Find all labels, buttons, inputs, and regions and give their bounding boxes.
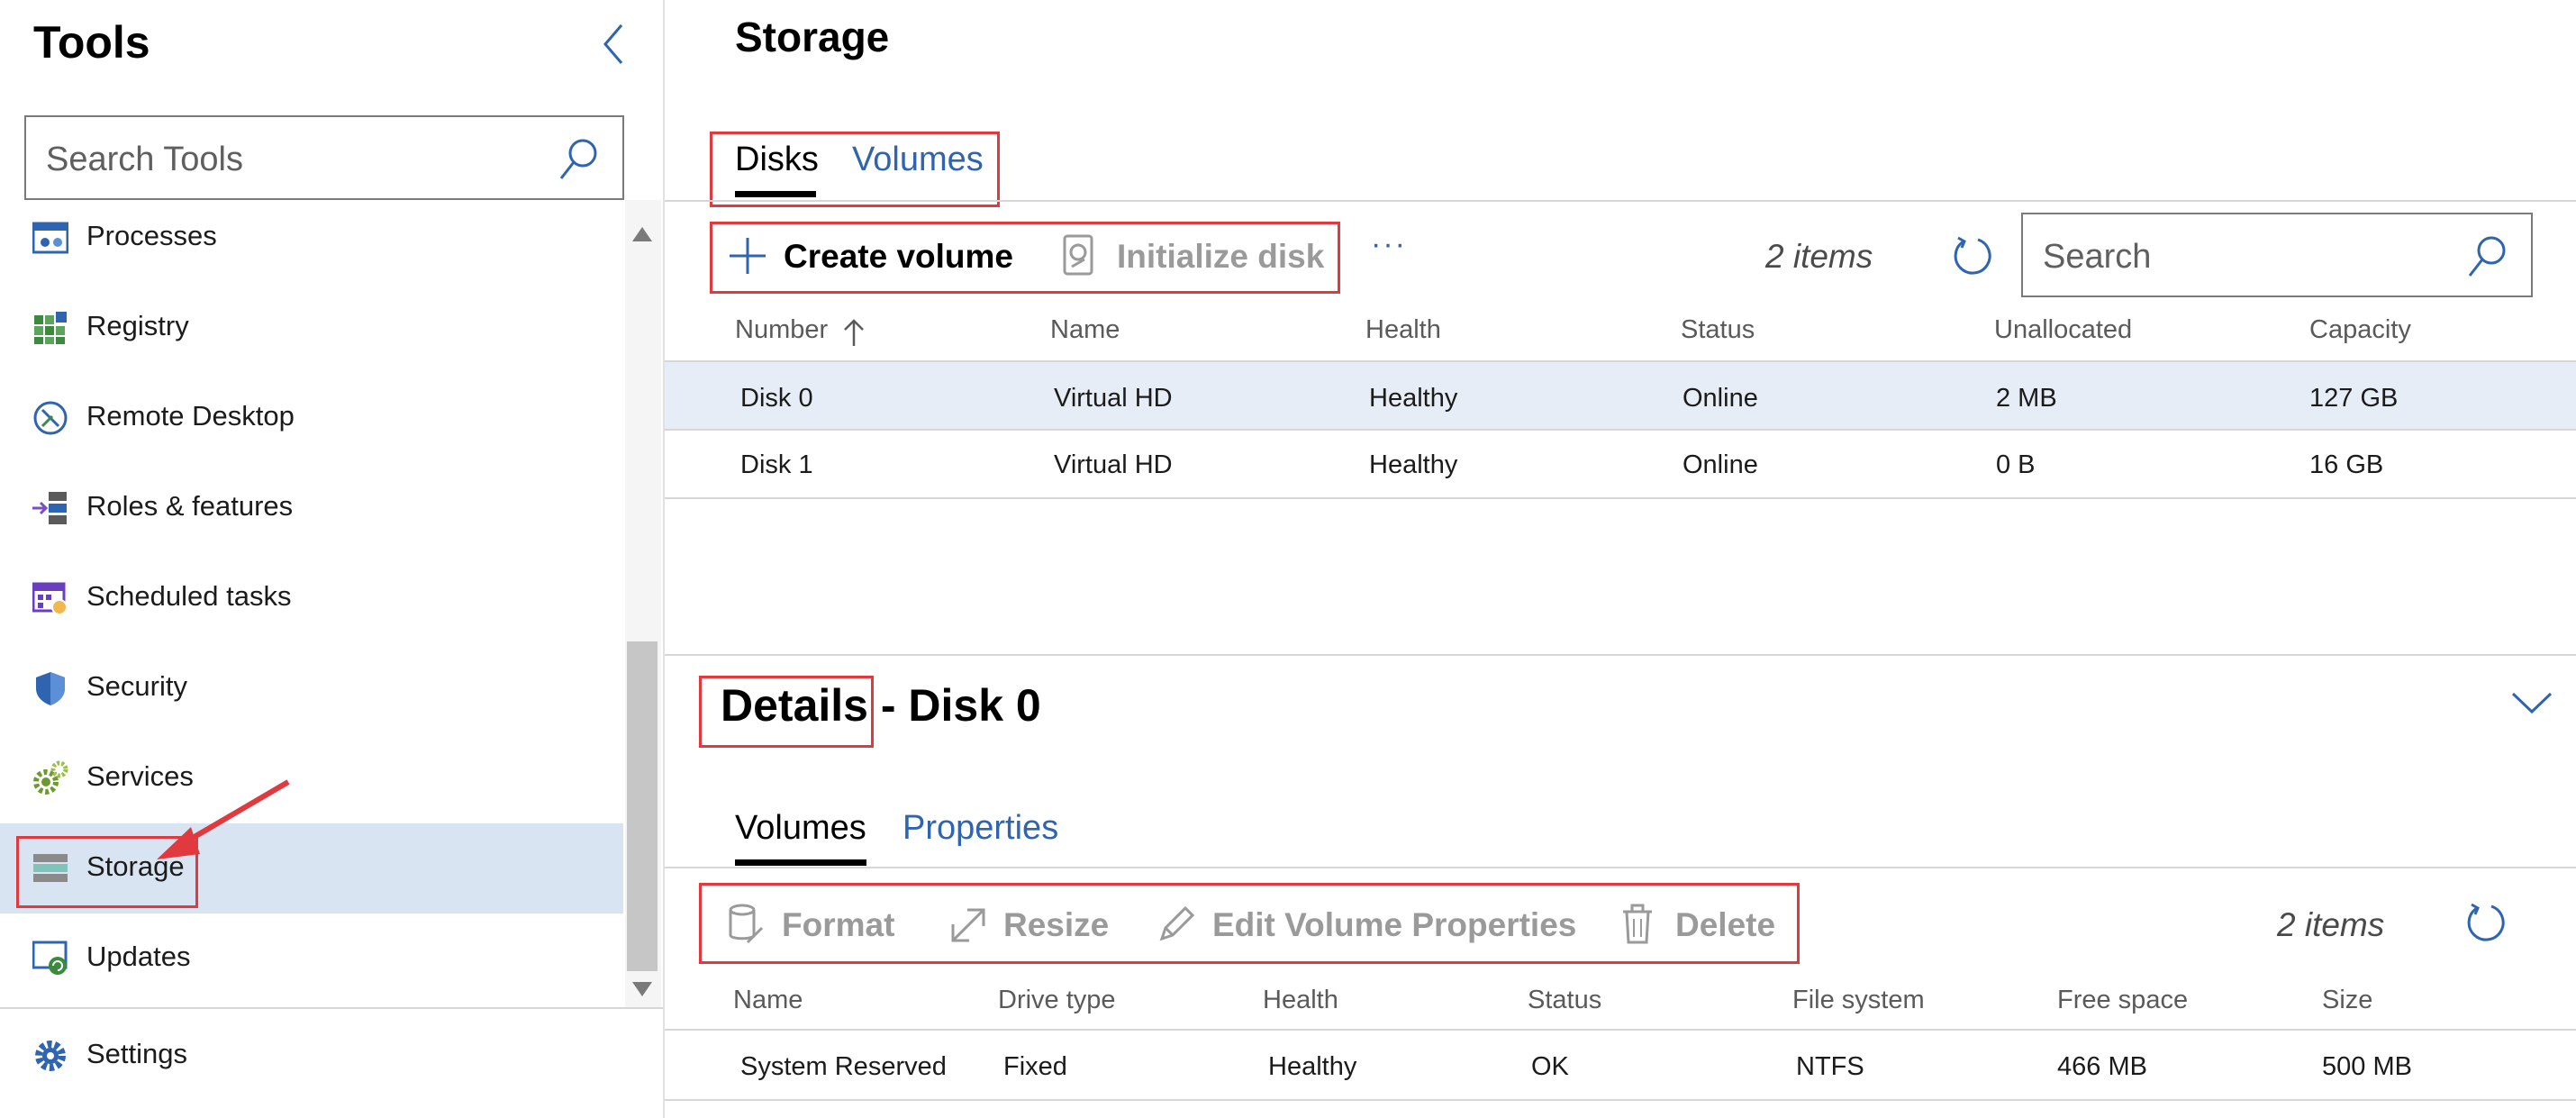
settings-gear-icon <box>32 1038 68 1074</box>
sidebar-item-processes[interactable]: Processes <box>0 200 623 283</box>
table-cell: NTFS <box>1796 1052 1864 1081</box>
sidebar-item-services[interactable]: Services <box>0 733 623 823</box>
row-divider <box>665 497 2576 499</box>
refresh-icon[interactable] <box>2464 901 2508 944</box>
chevron-left-icon <box>603 24 623 64</box>
settings-divider <box>0 1007 663 1009</box>
volume-item-count: 2 items <box>2277 906 2385 943</box>
sidebar-item-label: Updates <box>86 941 191 972</box>
details-tabs-divider <box>665 867 2576 868</box>
sidebar-item-label: Remote Desktop <box>86 400 295 432</box>
sidebar-title: Tools <box>33 17 150 68</box>
sidebar-item-settings[interactable]: Settings <box>0 1020 663 1110</box>
disk-search-input[interactable] <box>2041 231 2441 283</box>
collapse-sidebar-button[interactable] <box>594 20 634 68</box>
sidebar-item-remote-desktop[interactable]: Remote Desktop <box>0 373 623 463</box>
table-cell: Online <box>1683 450 1758 479</box>
tab-details-volumes[interactable]: Volumes <box>735 809 866 848</box>
table-cell: Virtual HD <box>1054 384 1173 413</box>
processes-icon <box>32 220 68 256</box>
search-icon[interactable] <box>558 137 599 182</box>
table-cell: Fixed <box>1003 1052 1067 1081</box>
sidebar-item-label: Security <box>86 670 187 702</box>
registry-icon <box>32 310 68 346</box>
column-header-capacity[interactable]: Capacity <box>2309 315 2411 345</box>
column-header-name[interactable]: Name <box>733 986 803 1015</box>
column-header-status[interactable]: Status <box>1681 315 1755 345</box>
roles-features-icon <box>32 490 68 526</box>
column-header-number[interactable]: Number <box>735 315 828 345</box>
table-cell: 16 GB <box>2309 450 2384 479</box>
tabs-divider <box>665 200 2576 202</box>
table-cell: Online <box>1683 384 1758 413</box>
highlight-volume-toolbar-box <box>699 883 1800 964</box>
sidebar-item-label: Scheduled tasks <box>86 580 292 612</box>
table-cell: Virtual HD <box>1054 450 1173 479</box>
sidebar-scroll-thumb[interactable] <box>627 641 658 971</box>
chevron-down-icon[interactable] <box>2509 686 2554 719</box>
highlight-tabs-box <box>710 132 1000 207</box>
table-cell: 127 GB <box>2309 384 2399 413</box>
search-tools-input[interactable] <box>44 133 552 186</box>
search-tools-box <box>24 115 624 200</box>
table-cell: Healthy <box>1369 384 1458 413</box>
sort-ascending-icon[interactable] <box>841 317 866 348</box>
table-row[interactable]: System Reserved Fixed Healthy OK NTFS 46… <box>665 1031 2576 1099</box>
sidebar-item-security[interactable]: Security <box>0 643 623 733</box>
column-header-health[interactable]: Health <box>1365 315 1441 345</box>
sidebar-item-label: Registry <box>86 310 189 341</box>
search-icon[interactable] <box>2466 234 2508 279</box>
table-cell: Disk 0 <box>740 384 813 413</box>
scroll-up-arrow-icon[interactable] <box>632 227 652 241</box>
sidebar-item-updates[interactable]: Updates <box>0 913 623 1004</box>
row-divider <box>665 1099 2576 1101</box>
column-header-drive-type[interactable]: Drive type <box>998 986 1116 1015</box>
highlight-details-box <box>699 676 874 748</box>
table-row[interactable]: Disk 1 Virtual HD Healthy Online 0 B 16 … <box>665 431 2576 497</box>
scroll-down-arrow-icon[interactable] <box>632 982 652 996</box>
sidebar-item-scheduled-tasks[interactable]: Scheduled tasks <box>0 553 623 643</box>
sidebar-item-registry[interactable]: Registry <box>0 283 623 373</box>
table-cell: 500 MB <box>2322 1052 2412 1081</box>
table-row[interactable]: Disk 0 Virtual HD Healthy Online 2 MB 12… <box>665 362 2576 429</box>
services-gear-icon <box>32 760 68 796</box>
column-header-health[interactable]: Health <box>1263 986 1338 1015</box>
details-divider <box>665 654 2576 656</box>
table-cell: Disk 1 <box>740 450 813 479</box>
table-cell: System Reserved <box>740 1052 947 1081</box>
column-header-label: Number <box>735 315 829 344</box>
refresh-icon[interactable] <box>1951 234 1994 277</box>
table-cell: 2 MB <box>1996 384 2057 413</box>
table-cell: Healthy <box>1268 1052 1357 1081</box>
table-cell: Healthy <box>1369 450 1458 479</box>
column-header-size[interactable]: Size <box>2322 986 2372 1015</box>
remote-desktop-icon <box>32 400 68 436</box>
updates-icon <box>32 941 68 977</box>
column-header-name[interactable]: Name <box>1050 315 1120 345</box>
highlight-storage-box <box>16 836 198 908</box>
column-header-file-system[interactable]: File system <box>1792 986 1925 1015</box>
tab-details-volumes-underline <box>735 859 866 866</box>
column-header-unallocated[interactable]: Unallocated <box>1994 315 2132 345</box>
highlight-disk-toolbar-box <box>710 222 1340 294</box>
page-title: Storage <box>735 14 890 60</box>
table-cell: 0 B <box>1996 450 2036 479</box>
column-header-free-space[interactable]: Free space <box>2057 986 2188 1015</box>
sidebar-item-label: Roles & features <box>86 490 294 522</box>
scheduled-tasks-icon <box>32 580 68 616</box>
column-header-status[interactable]: Status <box>1528 986 1601 1015</box>
settings-label: Settings <box>86 1038 188 1069</box>
disk-search-box <box>2021 213 2533 297</box>
disk-item-count: 2 items <box>1765 238 1873 275</box>
sidebar-item-label: Processes <box>86 220 217 251</box>
sidebar-item-roles-features[interactable]: Roles & features <box>0 463 623 553</box>
shield-icon <box>32 670 68 706</box>
table-cell: 466 MB <box>2057 1052 2147 1081</box>
details-subtitle: - Disk 0 <box>880 680 1041 731</box>
table-cell: OK <box>1531 1052 1569 1081</box>
tab-details-properties[interactable]: Properties <box>903 809 1058 848</box>
more-options-button[interactable]: ··· <box>1371 227 1407 262</box>
